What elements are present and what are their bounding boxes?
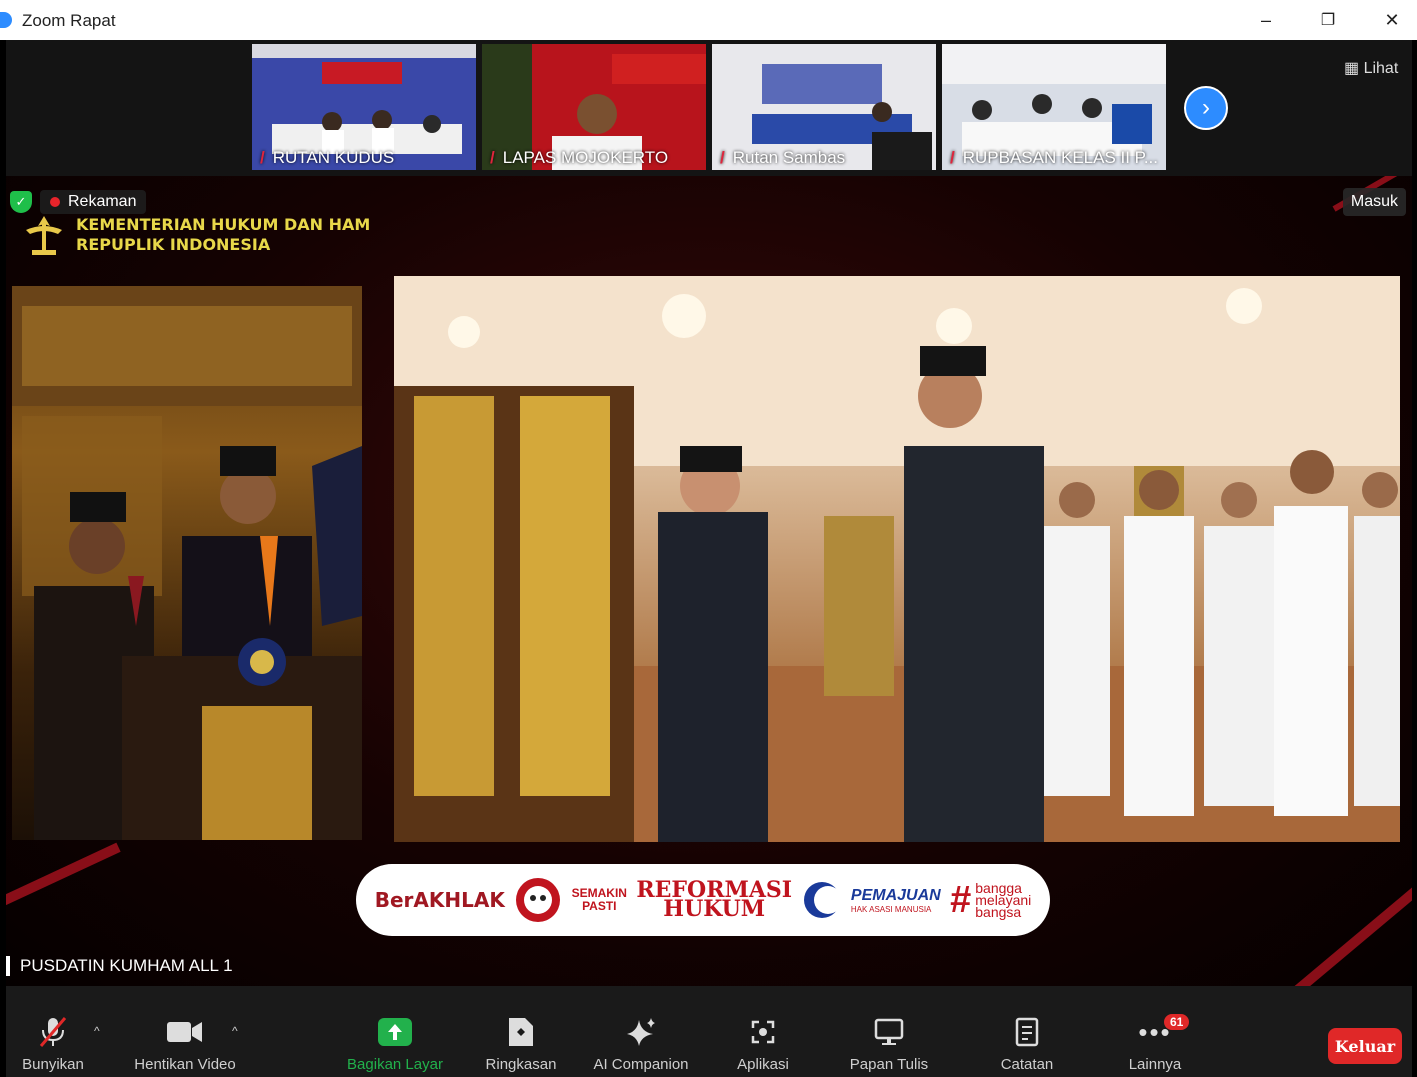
more-button[interactable]: ••• 61 Lainnya bbox=[1090, 1014, 1220, 1073]
video-camera-icon bbox=[167, 1022, 202, 1042]
participant-thumbnail[interactable]: / Rutan Sambas bbox=[712, 44, 936, 170]
participant-name: / LAPAS MOJOKERTO bbox=[490, 148, 669, 167]
close-button[interactable]: ✕ bbox=[1372, 6, 1412, 34]
organization-name: KEMENTERIAN HUKUM DAN HAM REPUPLIK INDON… bbox=[76, 215, 370, 255]
organization-header: KEMENTERIAN HUKUM DAN HAM REPUPLIK INDON… bbox=[20, 212, 370, 258]
hashtag-icon: # bbox=[950, 878, 972, 921]
zoom-app-icon bbox=[0, 12, 12, 28]
staff-row bbox=[1044, 450, 1400, 816]
organization-line1: KEMENTERIAN HUKUM DAN HAM bbox=[76, 215, 371, 234]
participant-thumbnail[interactable]: / LAPAS MOJOKERTO bbox=[482, 44, 706, 170]
share-screen-button[interactable]: Bagikan Layar bbox=[330, 1016, 460, 1073]
next-page-button[interactable]: › bbox=[1184, 86, 1228, 130]
sparkle-icon bbox=[627, 1018, 655, 1046]
banner-semakin-pasti: SEMAKIN PASTI bbox=[571, 886, 627, 913]
participant-thumbnail[interactable]: / RUTAN KUDUS bbox=[252, 44, 476, 170]
audio-options-caret-icon[interactable]: ^ bbox=[94, 1024, 100, 1038]
apps-button[interactable]: Aplikasi bbox=[698, 1016, 828, 1073]
enter-button[interactable]: Masuk bbox=[1342, 188, 1406, 216]
window-title: Zoom Rapat bbox=[22, 11, 116, 30]
document-summary-icon bbox=[509, 1018, 533, 1046]
organization-line2: REPUPLIK INDONESIA bbox=[76, 235, 271, 254]
banner-pemajuan: PEMAJUAN HAK ASASI MANUSIA bbox=[850, 886, 941, 914]
recording-badge[interactable]: Rekaman bbox=[40, 190, 147, 214]
meeting-window: / RUTAN KUDUS / LAPAS MOJOKERTO / Rutan Sam… bbox=[6, 40, 1412, 1077]
banner-berakhlak: BerAKHLAK bbox=[374, 888, 505, 912]
muted-mic-icon: / bbox=[720, 148, 725, 167]
ceremony-officials-video bbox=[12, 286, 362, 840]
apps-label: Aplikasi bbox=[737, 1056, 789, 1073]
summary-button[interactable]: Ringkasan bbox=[456, 1016, 586, 1073]
ai-companion-button[interactable]: AI Companion bbox=[576, 1016, 706, 1073]
participant-name: / Rutan Sambas bbox=[720, 148, 846, 167]
shared-video-stage: ✓ Rekaman Masuk KEMENTERIAN HUKUM DAN HA… bbox=[6, 176, 1412, 986]
minimize-button[interactable]: – bbox=[1246, 6, 1286, 34]
active-speaker-name: PUSDATIN KUMHAM ALL 1 bbox=[6, 956, 233, 976]
ceremony-inauguration-video bbox=[394, 276, 1400, 842]
notes-label: Catatan bbox=[1000, 1056, 1054, 1073]
whiteboard-icon bbox=[874, 1018, 904, 1045]
shield-check-icon: ✓ bbox=[10, 191, 32, 213]
ai-companion-label: AI Companion bbox=[593, 1056, 689, 1073]
participant-thumbnail[interactable]: / RUPBASAN KELAS II P... bbox=[942, 44, 1166, 170]
recording-indicator: ✓ Rekaman bbox=[10, 190, 147, 214]
share-screen-icon bbox=[378, 1018, 412, 1046]
hak-asasi-logo bbox=[803, 882, 842, 918]
decorative-stripe bbox=[6, 842, 121, 920]
unmute-label: Bunyikan bbox=[22, 1056, 84, 1073]
view-button[interactable]: ▦ Lihat bbox=[1344, 58, 1398, 78]
whiteboard-label: Papan Tulis bbox=[849, 1056, 929, 1073]
ministry-logo bbox=[26, 216, 62, 255]
muted-mic-icon: / bbox=[950, 148, 955, 167]
apps-icon bbox=[751, 1020, 775, 1044]
record-dot-icon bbox=[50, 197, 60, 207]
stop-video-label: Hentikan Video bbox=[134, 1056, 236, 1073]
muted-mic-icon: / bbox=[490, 148, 495, 167]
inauguration-scene bbox=[394, 276, 1400, 842]
whiteboard-button[interactable]: Papan Tulis bbox=[824, 1016, 954, 1073]
banner-bangga-melayani: # bangga melayani bangsa bbox=[950, 878, 1032, 921]
motto-banner: BerAKHLAK SEMAKIN PASTI REFORMASI HUKUM PE… bbox=[356, 864, 1050, 936]
mascot-logo bbox=[516, 878, 561, 922]
grid-view-icon: ▦ bbox=[1344, 60, 1364, 77]
participant-strip: / RUTAN KUDUS / LAPAS MOJOKERTO / Rutan Sam… bbox=[6, 40, 1412, 176]
notification-badge: 61 bbox=[1164, 1014, 1190, 1030]
muted-mic-icon: / bbox=[260, 148, 265, 167]
video-options-caret-icon[interactable]: ^ bbox=[232, 1024, 238, 1038]
muted-microphone-icon bbox=[39, 1017, 67, 1047]
participant-name: / RUTAN KUDUS bbox=[260, 148, 395, 167]
participant-name: / RUPBASAN KELAS II P... bbox=[950, 148, 1159, 167]
decorative-stripe bbox=[1268, 866, 1412, 986]
leave-button[interactable]: Keluar bbox=[1328, 1028, 1402, 1064]
share-screen-label: Bagikan Layar bbox=[347, 1056, 443, 1073]
chevron-right-icon: › bbox=[1202, 94, 1210, 121]
officials-scene bbox=[12, 286, 362, 840]
title-bar: Zoom Rapat – ❐ ✕ bbox=[0, 0, 1417, 40]
banner-reformasi-hukum: REFORMASI HUKUM bbox=[636, 877, 793, 922]
notes-button[interactable]: Catatan bbox=[962, 1016, 1092, 1073]
summary-label: Ringkasan bbox=[485, 1056, 557, 1073]
restore-button[interactable]: ❐ bbox=[1308, 6, 1348, 34]
stop-video-button[interactable]: Hentikan Video bbox=[120, 1016, 250, 1073]
meeting-toolbar: Bunyikan ^ Hentikan Video ^ Bagikan Laya… bbox=[6, 986, 1412, 1077]
more-label: Lainnya bbox=[1128, 1056, 1182, 1073]
unmute-button[interactable]: Bunyikan bbox=[6, 1016, 118, 1073]
notes-icon bbox=[1015, 1017, 1039, 1047]
